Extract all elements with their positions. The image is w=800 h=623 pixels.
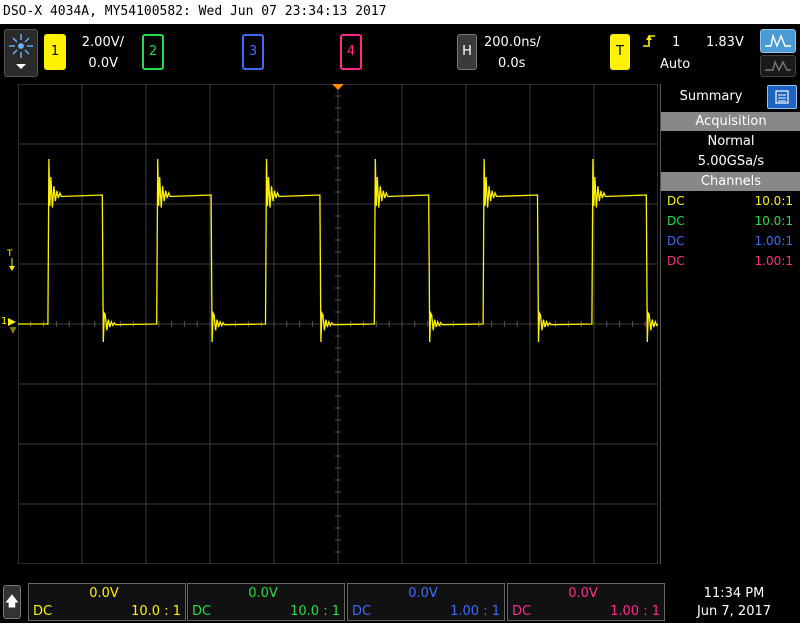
menu-icon-button[interactable]	[767, 85, 797, 109]
trigger-button[interactable]: T	[610, 34, 630, 70]
waveform-display[interactable]	[18, 84, 658, 564]
probe-ratio: 1.00:1	[754, 234, 793, 248]
offset: 0.0V	[408, 586, 438, 601]
probe-ratio: 10.0:1	[754, 194, 793, 208]
channel-1-info[interactable]: 0.0V DC 10.0 : 1	[28, 583, 186, 621]
offset: 0.0V	[568, 586, 598, 601]
coupling: DC	[512, 604, 532, 619]
clock-date: Jun 7, 2017	[696, 604, 772, 619]
coupling: DC	[667, 214, 685, 228]
offset: 0.0V	[248, 586, 278, 601]
starburst-icon	[9, 34, 33, 69]
channel-1-offset: 0.0V	[88, 56, 118, 71]
sample-rate: 5.00GSa/s	[697, 154, 765, 169]
window-title: DSO-X 4034A, MY54100582: Wed Jun 07 23:3…	[0, 0, 800, 24]
probe-ratio: 1.00:1	[754, 254, 793, 268]
coupling: DC	[667, 234, 685, 248]
timebase-value: 200.0ns/	[484, 35, 541, 50]
channel-4-button[interactable]: 4	[340, 34, 362, 70]
trigger-arrow-icon	[9, 258, 15, 271]
channel-1-scale: 2.00V/	[81, 35, 124, 50]
rising-edge-icon	[643, 35, 655, 47]
acquisition-mode: Normal	[707, 134, 755, 149]
clock: 11:34 PM Jun 7, 2017	[672, 585, 796, 621]
channel-1-summary: DC 10.0:1	[667, 192, 793, 210]
probe-ratio: 10.0 : 1	[290, 604, 340, 619]
delay-value: 0.0s	[498, 56, 526, 71]
coupling: DC	[33, 604, 53, 619]
trigger-source: 1	[672, 35, 681, 50]
acquisition-header: Acquisition	[661, 112, 800, 131]
menu-icon	[775, 90, 789, 104]
clock-time: 11:34 PM	[703, 586, 765, 601]
trigger-position-marker	[332, 84, 344, 90]
probe-ratio: 10.0:1	[754, 214, 793, 228]
tab-summary[interactable]: Summary	[661, 84, 761, 110]
channel-1-ground-marker: 1	[1, 316, 8, 327]
channel-3-summary: DC 1.00:1	[667, 232, 793, 250]
up-arrow-button[interactable]: 🡅	[3, 585, 21, 619]
trigger-mode: Auto	[660, 57, 691, 72]
coupling: DC	[667, 194, 685, 208]
coupling: DC	[352, 604, 372, 619]
channel-3-info[interactable]: 0.0V DC 1.00 : 1	[347, 583, 505, 621]
mode-toggle-button[interactable]	[760, 55, 796, 77]
probe-ratio: 10.0 : 1	[131, 604, 181, 619]
trigger-level: 1.83V	[706, 35, 744, 50]
up-arrow-icon: 🡅	[4, 594, 20, 610]
coupling: DC	[667, 254, 685, 268]
chevron-down-icon	[16, 64, 26, 69]
waveform-icon	[765, 33, 791, 48]
top-toolbar	[0, 24, 800, 82]
channel-2-info[interactable]: 0.0V DC 10.0 : 1	[187, 583, 345, 621]
probe-ratio: 1.00 : 1	[450, 604, 500, 619]
sidebar-panel: Summary Acquisition Normal 5.00GSa/s Cha…	[660, 84, 800, 564]
probe-ratio: 1.00 : 1	[610, 604, 660, 619]
ground-icon	[8, 318, 16, 333]
channels-header: Channels	[661, 172, 800, 191]
offset: 0.0V	[89, 586, 119, 601]
auto-scale-icon	[765, 59, 791, 72]
channel-3-button[interactable]: 3	[242, 34, 264, 70]
run-mode-button[interactable]	[760, 29, 796, 53]
horizontal-button[interactable]: H	[457, 34, 477, 70]
channel-2-summary: DC 10.0:1	[667, 212, 793, 230]
channel-2-button[interactable]: 2	[142, 34, 164, 70]
coupling: DC	[192, 604, 212, 619]
channel-4-info[interactable]: 0.0V DC 1.00 : 1	[507, 583, 665, 621]
channel-4-summary: DC 1.00:1	[667, 252, 793, 270]
channel-1-button[interactable]: 1	[44, 34, 66, 70]
keysight-logo-button[interactable]	[4, 29, 38, 77]
